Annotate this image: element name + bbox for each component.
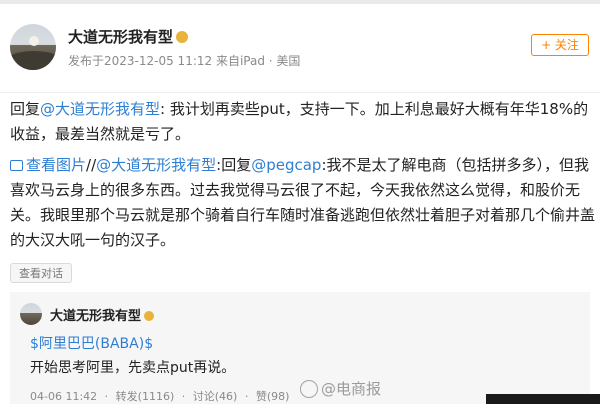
repost-mention-link[interactable]: @大道无形我有型 — [96, 156, 216, 174]
image-icon — [10, 160, 23, 171]
quoted-like-count[interactable]: 赞(98) — [256, 390, 290, 403]
quoted-sep: · — [104, 390, 109, 403]
reply-mention-link[interactable]: @大道无形我有型 — [40, 100, 160, 118]
header-divider — [0, 92, 600, 93]
follow-button[interactable]: + 关注 — [531, 34, 589, 56]
quoted-post-text: 开始思考阿里，先卖点put再说。 — [30, 360, 236, 376]
reply-paragraph: 回复@大道无形我有型: 我计划再卖些put，支持一下。加上利息最好大概有年华18… — [10, 97, 595, 147]
quoted-time: 04-06 11:42 — [30, 390, 98, 403]
quoted-post-meta: 04-06 11:42 · 转发(1116) · 讨论(46) · 赞(98) — [30, 388, 293, 404]
top-divider — [0, 0, 600, 4]
quoted-sep2: · — [181, 390, 186, 403]
view-image-label[interactable]: 查看图片 — [26, 156, 86, 174]
repost-paragraph: 查看图片//@大道无形我有型:回复@pegcap:我不是太了解电商（包括拼多多）… — [10, 153, 595, 253]
view-conversation-button[interactable]: 查看对话 — [10, 263, 72, 283]
quoted-author-name-text[interactable]: 大道无形我有型 — [50, 309, 141, 324]
avatar-sun — [29, 36, 39, 46]
quoted-repost-count[interactable]: 转发(1116) — [116, 390, 175, 403]
bottom-edge-overlay — [486, 394, 600, 404]
reply-prefix: 回复 — [10, 100, 41, 118]
quoted-author-name[interactable]: 大道无形我有型 — [50, 305, 155, 324]
watermark: @电商报 — [300, 378, 381, 399]
weibo-logo-icon — [300, 380, 318, 398]
view-image-link[interactable]: 查看图片 — [10, 156, 86, 174]
avatar-hill — [10, 51, 56, 70]
quoted-sep3: · — [244, 390, 249, 403]
quoted-vip-badge-icon — [144, 311, 155, 321]
vip-badge-icon — [176, 31, 189, 43]
repost-mention2-link[interactable]: @pegcap — [251, 156, 321, 174]
author-name-text[interactable]: 大道无形我有型 — [68, 28, 173, 46]
quoted-comment-count[interactable]: 讨论(46) — [193, 390, 238, 403]
quoted-stock-topic-link[interactable]: $阿里巴巴(BABA)$ — [30, 333, 153, 353]
author-avatar[interactable] — [10, 24, 56, 70]
repost-reply-prefix: :回复 — [216, 156, 252, 174]
repost-separator: // — [86, 156, 97, 174]
post-meta: 发布于2023-12-05 11:12 来自iPad · 美国 — [68, 54, 301, 68]
watermark-text: @电商报 — [321, 380, 382, 398]
author-name[interactable]: 大道无形我有型 — [68, 26, 189, 47]
quoted-author-avatar[interactable] — [20, 303, 42, 325]
